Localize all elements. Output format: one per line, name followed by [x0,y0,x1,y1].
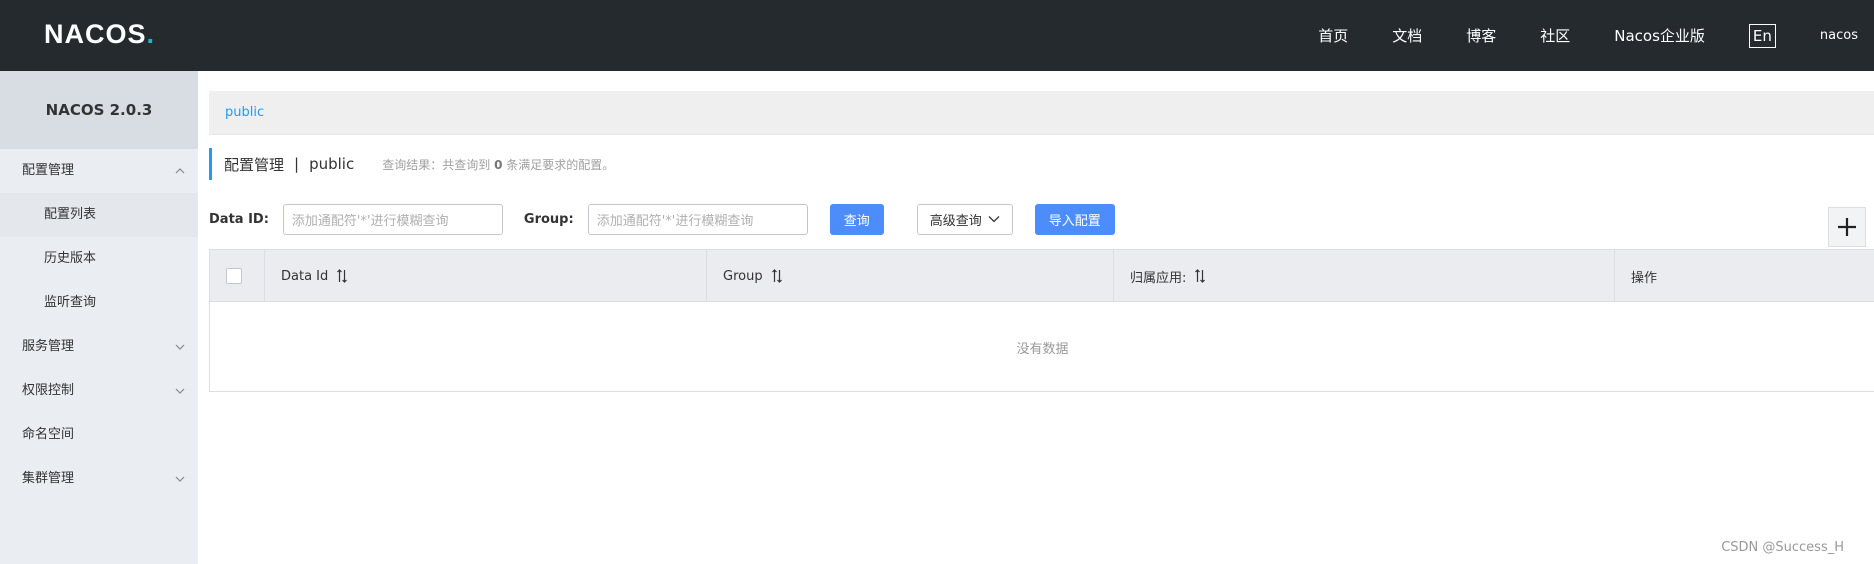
advanced-query-button[interactable]: 高级查询 [916,203,1013,235]
nacos-logo[interactable]: NA C OS. [44,18,155,50]
sidebar-item-config-management[interactable]: 配置管理 [0,149,198,193]
sidebar-item-label: 历史版本 [44,251,97,266]
column-header-group[interactable]: Group [707,250,1114,302]
sidebar-item-service-management[interactable]: 服务管理 [0,325,198,369]
result-count: 0 [494,157,503,172]
nav-home[interactable]: 首页 [1318,25,1348,46]
result-suffix: 条满足要求的配置。 [506,157,615,172]
main-content: public 配置管理 | public 查询结果：共查询到 0 条满足要求的配… [198,71,1874,564]
nav-docs[interactable]: 文档 [1392,25,1422,46]
add-config-button[interactable] [1828,207,1866,247]
sidebar-item-label: 监听查询 [44,295,97,310]
advanced-query-label: 高级查询 [929,213,982,229]
chevron-down-icon [174,369,186,413]
sidebar-item-namespace[interactable]: 命名空间 [0,413,198,457]
sidebar-item-label: 集群管理 [22,471,75,486]
sidebar-version-title: NACOS 2.0.3 [0,71,198,149]
sort-icon[interactable] [771,269,783,283]
logo-text-1: NA [44,18,85,49]
sidebar-item-config-list[interactable]: 配置列表 [0,193,198,237]
sort-icon[interactable] [336,269,348,283]
user-name[interactable]: nacos [1820,28,1858,43]
watermark: CSDN @Success_H [1721,540,1844,555]
title-separator: | [294,155,300,173]
dataid-search-input[interactable] [282,203,503,235]
sidebar-item-history[interactable]: 历史版本 [0,237,198,281]
top-nav: 首页 文档 博客 社区 Nacos企业版 En nacos [1318,0,1874,71]
logo-dot: . [146,18,156,49]
chevron-down-icon [174,325,186,369]
table-empty-state: 没有数据 [1016,341,1069,357]
result-prefix: 查询结果：共查询到 [382,157,491,172]
table-header: Data Id Group 归属应用: 操作 [210,250,1874,302]
sidebar-item-label: 权限控制 [22,383,75,398]
column-header-app[interactable]: 归属应用: [1114,250,1615,302]
dataid-label: Data ID: [209,211,269,227]
nav-blog[interactable]: 博客 [1466,25,1496,46]
sidebar-item-permission-control[interactable]: 权限控制 [0,369,198,413]
sidebar-item-listener-query[interactable]: 监听查询 [0,281,198,325]
sidebar-item-label: 服务管理 [22,339,75,354]
logo-text-3: OS [105,18,147,49]
nav-community[interactable]: 社区 [1540,25,1570,46]
group-label: Group: [523,211,574,227]
top-header: NA C OS. 首页 文档 博客 社区 Nacos企业版 En nacos [0,0,1874,71]
chevron-down-icon [174,457,186,501]
sidebar-item-cluster-management[interactable]: 集群管理 [0,457,198,501]
chevron-up-icon [174,149,186,193]
sidebar: NACOS 2.0.3 配置管理 配置列表 历史版本 监听查询 服务管理 权限控… [0,71,198,564]
select-all-checkbox[interactable] [226,268,242,284]
nav-enterprise[interactable]: Nacos企业版 [1614,25,1705,46]
plus-icon [1836,216,1858,238]
config-table: Data Id Group 归属应用: 操作 没有数据 [209,249,1874,392]
page-title-text: 配置管理 [224,155,285,174]
query-button[interactable]: 查询 [829,203,884,235]
column-header-label: Group [723,268,763,284]
column-header-label: 归属应用: [1130,270,1187,286]
page-title: 配置管理 | public 查询结果：共查询到 0 条满足要求的配置。 [209,148,614,180]
namespace-bar: public [209,91,1874,135]
sort-icon[interactable] [1194,269,1206,283]
query-result-summary: 查询结果：共查询到 0 条满足要求的配置。 [382,156,614,173]
title-namespace: public [309,155,355,173]
select-all-cell [210,250,265,302]
column-header-label: 操作 [1631,270,1658,286]
logo-text-2: C [85,18,106,49]
search-form: Data ID: Group: 查询 高级查询 导入配置 [209,203,1115,235]
column-header-data-id[interactable]: Data Id [265,250,707,302]
namespace-link-public[interactable]: public [225,105,264,120]
sidebar-item-label: 配置管理 [22,163,75,178]
sidebar-item-label: 命名空间 [22,427,75,442]
sidebar-item-label: 配置列表 [44,207,97,222]
column-header-actions: 操作 [1615,250,1874,302]
group-search-input[interactable] [587,203,808,235]
import-config-button[interactable]: 导入配置 [1034,203,1115,235]
column-header-label: Data Id [281,268,329,284]
language-toggle-button[interactable]: En [1748,23,1776,48]
chevron-down-icon [988,215,1000,223]
